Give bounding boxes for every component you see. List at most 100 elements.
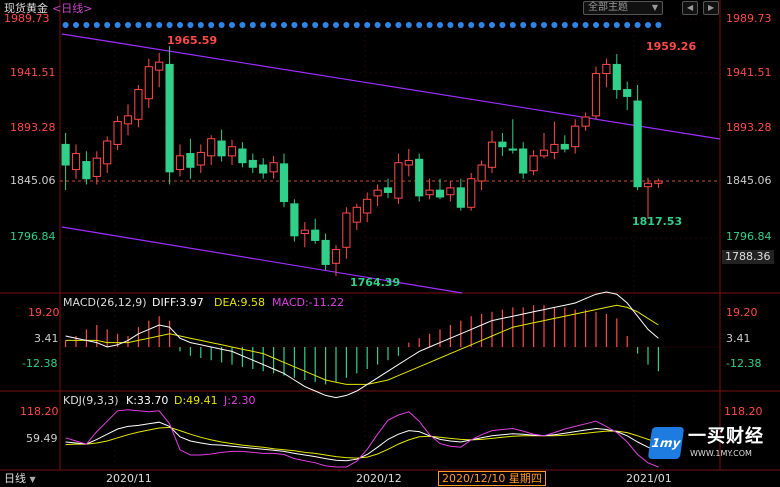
period-selector[interactable]: 日线 ▼ xyxy=(4,472,36,487)
period-tag: <日线> xyxy=(52,2,93,15)
candle-body-40 xyxy=(477,164,486,182)
event-dot-11 xyxy=(177,22,183,28)
candle-body-57 xyxy=(654,180,663,184)
candle-body-39 xyxy=(467,178,476,208)
candle-body-21 xyxy=(279,163,289,203)
candle-body-26 xyxy=(331,249,341,264)
event-dot-36 xyxy=(437,22,443,28)
logo-badge: 1my xyxy=(647,427,685,459)
y-tick-left-2: 1893.28 xyxy=(10,121,56,134)
event-dot-3 xyxy=(93,22,100,28)
candle-body-15 xyxy=(217,140,226,157)
event-dot-30 xyxy=(374,22,381,28)
annotation-high-2: 1959.26 xyxy=(646,40,697,53)
event-dot-45 xyxy=(530,22,537,28)
event-dot-13 xyxy=(197,22,204,28)
event-dot-43 xyxy=(509,22,516,28)
candle-body-32 xyxy=(394,162,403,199)
y-tick-right-4: 1796.84 xyxy=(726,230,772,243)
event-dot-56 xyxy=(645,22,651,28)
y-tick-left-1: 1941.51 xyxy=(10,66,56,79)
event-dot-0 xyxy=(62,22,69,28)
event-dot-18 xyxy=(249,22,256,28)
event-dot-28 xyxy=(353,22,360,28)
event-dot-47 xyxy=(551,22,558,28)
candle-body-25 xyxy=(321,239,330,265)
next-arrow-icon[interactable]: ▶ xyxy=(703,1,720,15)
candle-body-34 xyxy=(415,158,424,197)
period-chevron-icon: ▼ xyxy=(29,475,36,484)
candle-body-46 xyxy=(539,149,549,157)
candle-body-47 xyxy=(550,143,559,153)
event-dot-41 xyxy=(489,22,495,28)
event-dot-2 xyxy=(83,22,90,28)
event-dot-6 xyxy=(125,22,131,28)
kdj-title: KDJ(9,3,3) xyxy=(63,394,119,407)
event-dot-9 xyxy=(156,22,163,28)
event-dot-42 xyxy=(499,22,506,28)
x-label-nov: 2020/11 xyxy=(106,472,152,485)
candle-body-53 xyxy=(612,63,621,91)
candle-body-45 xyxy=(529,155,538,172)
candle-body-19 xyxy=(259,164,268,174)
candle-body-48 xyxy=(560,143,569,150)
x-label-dec: 2020/12 xyxy=(356,472,402,485)
macd-y-tick-right-2: -12.38 xyxy=(726,357,762,370)
event-dot-12 xyxy=(187,22,194,28)
event-dot-31 xyxy=(385,22,391,28)
macd-y-tick-right-1: 3.41 xyxy=(726,332,751,345)
candle-body-49 xyxy=(571,125,580,148)
candle-body-22 xyxy=(290,203,299,237)
cursor-date-label: 2020/12/10 星期四 xyxy=(438,471,546,486)
candle-body-9 xyxy=(155,61,164,71)
theme-dropdown[interactable]: 全部主题 ▼ xyxy=(583,1,663,15)
event-dot-48 xyxy=(561,22,568,28)
candle-body-3 xyxy=(92,157,101,177)
candle-body-16 xyxy=(227,146,237,157)
y-tick-right-0: 1989.73 xyxy=(726,12,772,25)
logo-name: 一买财经 xyxy=(688,426,764,447)
annotation-high-1: 1965.59 xyxy=(167,34,218,47)
kdj-k-value: K:33.70 xyxy=(126,394,169,407)
event-dot-5 xyxy=(114,22,121,28)
candle-body-12 xyxy=(186,153,195,168)
candle-body-13 xyxy=(196,151,205,166)
macd-y-tick-left-1: 3.41 xyxy=(34,332,59,345)
macd-y-tick-left-2: -12.38 xyxy=(22,357,58,370)
candle-body-5 xyxy=(113,121,122,145)
candle-body-27 xyxy=(342,212,351,248)
logo-url: WWW.1MY.COM xyxy=(690,449,752,458)
watermark-logo: 1my 一买财经 WWW.1MY.COM xyxy=(647,426,768,462)
candle-body-29 xyxy=(363,198,372,214)
macd-diff-value: DIFF:3.97 xyxy=(152,296,204,309)
candle-body-30 xyxy=(373,189,382,197)
y-tick-left-3: 1845.06 xyxy=(10,174,56,187)
macd-y-tick-right-0: 19.20 xyxy=(726,306,758,319)
candle-body-36 xyxy=(435,189,445,198)
y-tick-right-1: 1941.51 xyxy=(726,66,772,79)
candle-body-18 xyxy=(248,159,257,168)
event-dot-37 xyxy=(447,22,454,28)
annotation-low-1: 1764.39 xyxy=(350,276,401,289)
candle-body-35 xyxy=(425,189,434,196)
prev-arrow-icon[interactable]: ◀ xyxy=(682,1,699,15)
chevron-down-icon: ▼ xyxy=(651,3,658,12)
event-dot-19 xyxy=(260,22,267,28)
candle-body-4 xyxy=(103,140,112,165)
candle-body-20 xyxy=(269,162,278,173)
event-dot-8 xyxy=(145,22,152,28)
candle-body-14 xyxy=(207,138,216,157)
candle-body-50 xyxy=(581,116,590,127)
candle-body-55 xyxy=(633,100,642,188)
macd-title: MACD(26,12,9) xyxy=(63,296,147,309)
candle-body-2 xyxy=(82,161,91,180)
candle-body-52 xyxy=(602,63,611,75)
event-dot-39 xyxy=(468,22,475,28)
kline-chart[interactable] xyxy=(0,0,780,487)
candle-body-41 xyxy=(487,141,497,168)
event-dot-15 xyxy=(218,22,225,28)
event-dot-33 xyxy=(405,22,412,28)
event-dot-4 xyxy=(104,22,111,28)
candle-body-7 xyxy=(134,89,143,120)
event-dot-22 xyxy=(291,22,298,28)
